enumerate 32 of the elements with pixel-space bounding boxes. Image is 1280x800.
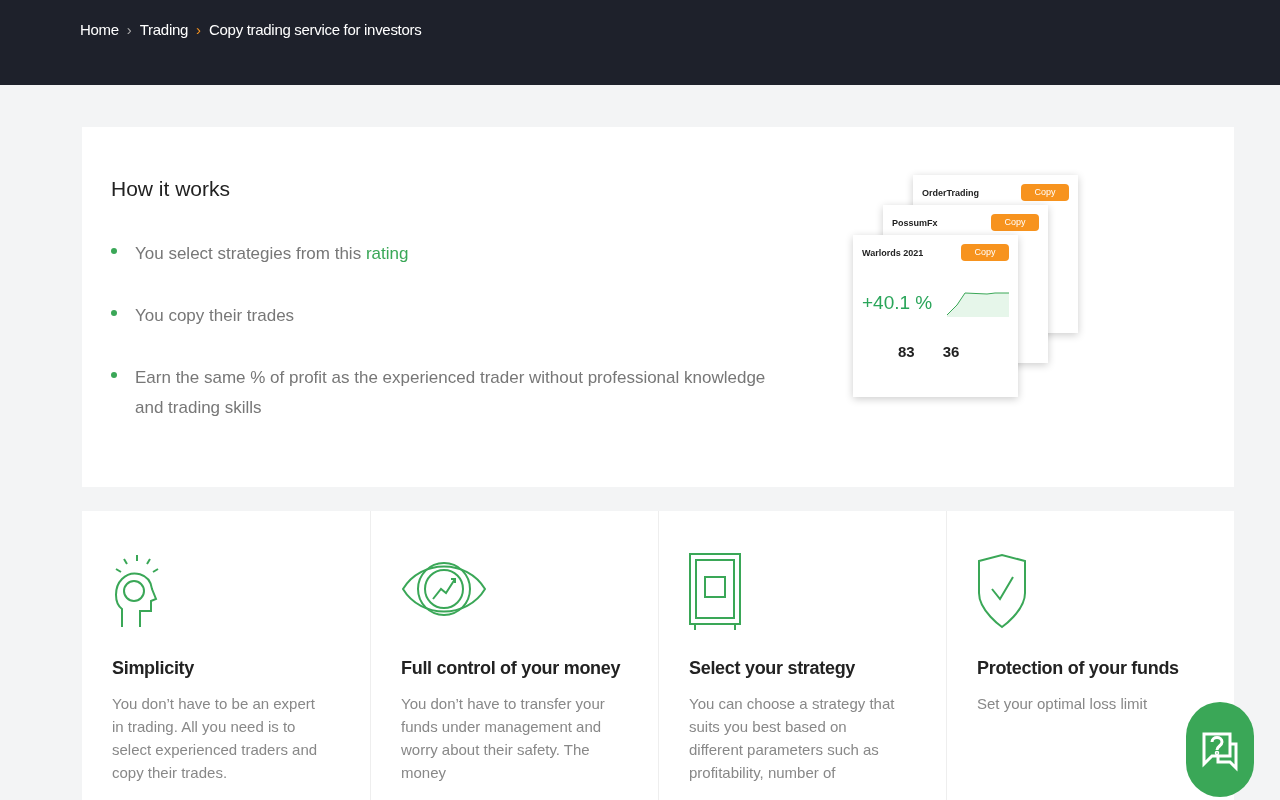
feature-title: Simplicity [112, 657, 196, 680]
bullet-icon [111, 371, 117, 378]
list-text: You select strategies from this rating [135, 242, 410, 265]
copy-button[interactable]: Copy [1021, 184, 1069, 201]
feature-text: You don’t have to transfer your funds under management and worry about their safety. The money [401, 694, 606, 783]
strategy-name: PossumFx [892, 217, 938, 230]
breadcrumb-link[interactable]: Copy trading service for investors [209, 19, 422, 42]
safe-icon [689, 553, 741, 631]
list-text: You copy their trades [135, 304, 296, 327]
list-text: Earn the same % of profit as the experienced trader without professional knowledge and trading skills [135, 366, 767, 419]
chevron-icon: › [126, 19, 132, 42]
profit-value: +40.1 % [862, 290, 933, 315]
bullet-icon [111, 309, 117, 316]
feature-title: Select your strategy [689, 657, 857, 680]
feature-text: Set your optimal loss limit [977, 694, 1149, 714]
strategy-name: Warlords 2021 [862, 247, 924, 260]
breadcrumb-link[interactable]: Home [80, 19, 119, 42]
copy-button[interactable]: Copy [961, 244, 1009, 261]
rating-link[interactable]: rating [365, 243, 409, 263]
feature-text: You don’t have to be an expert in trading. All you need is to select experienced traders and copy their trades. [112, 694, 319, 783]
shield-icon [977, 553, 1027, 629]
bullet-icon [111, 247, 117, 254]
strategy-name: OrderTrading [922, 187, 979, 200]
copy-button[interactable]: Copy [991, 214, 1039, 231]
chevron-icon: › [196, 19, 201, 42]
stat-value: 36 [942, 342, 960, 362]
feature-text: You can choose a strategy that suits you best based on different parameters such as profitability, number of [689, 694, 896, 783]
breadcrumb-link[interactable]: Trading [139, 19, 188, 42]
feature-title: Protection of your funds [977, 657, 1180, 680]
section-title: How it works [111, 176, 232, 202]
stat-value: 83 [898, 342, 915, 362]
feature-title: Full control of your money [401, 657, 622, 680]
